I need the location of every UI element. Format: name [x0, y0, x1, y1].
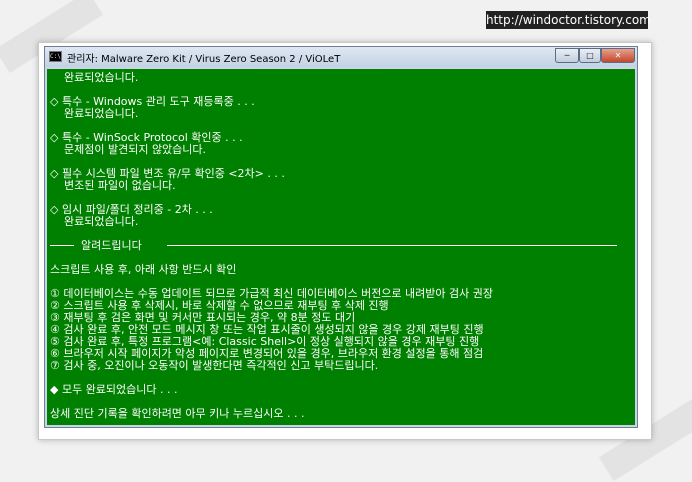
title-bar[interactable]: C:\ 관리자: Malware Zero Kit / Virus Zero S…	[45, 47, 637, 67]
console-line: 완료되었습니다.	[50, 215, 139, 228]
console-line: 완료되었습니다.	[50, 71, 139, 84]
close-button[interactable]: ✕	[601, 48, 635, 63]
cmd-icon[interactable]: C:\	[49, 51, 62, 62]
console-output[interactable]: 완료되었습니다. ◇ 특수 - Windows 관리 도구 재등록중 . . .…	[47, 69, 635, 425]
press-key-prompt: 상세 진단 기록을 확인하려면 아무 키나 누르십시오 . . .	[50, 407, 305, 420]
minimize-button[interactable]: ─	[555, 48, 579, 63]
notice-item: ⑦ 검사 중, 오진이나 오동작이 발생한다면 즉각적인 신고 부탁드립니다.	[50, 359, 379, 372]
console-line: 문제점이 발견되지 않았습니다.	[50, 143, 207, 156]
console-line: 완료되었습니다.	[50, 107, 139, 120]
done-message: ◆ 모두 완료되었습니다 . . .	[50, 383, 178, 396]
window-title: 관리자: Malware Zero Kit / Virus Zero Seaso…	[67, 54, 341, 65]
maximize-button[interactable]: □	[579, 48, 601, 63]
notice-header: 스크립트 사용 후, 아래 사항 반드시 확인	[50, 263, 237, 276]
separator-line-right	[167, 245, 617, 246]
separator-label: 알려드립니다	[81, 239, 142, 252]
separator-line-left	[50, 245, 74, 246]
blog-watermark: http://windoctor.tistory.com	[486, 11, 651, 29]
console-window: C:\ 관리자: Malware Zero Kit / Virus Zero S…	[44, 46, 638, 428]
console-line: 변조된 파일이 없습니다.	[50, 179, 176, 192]
